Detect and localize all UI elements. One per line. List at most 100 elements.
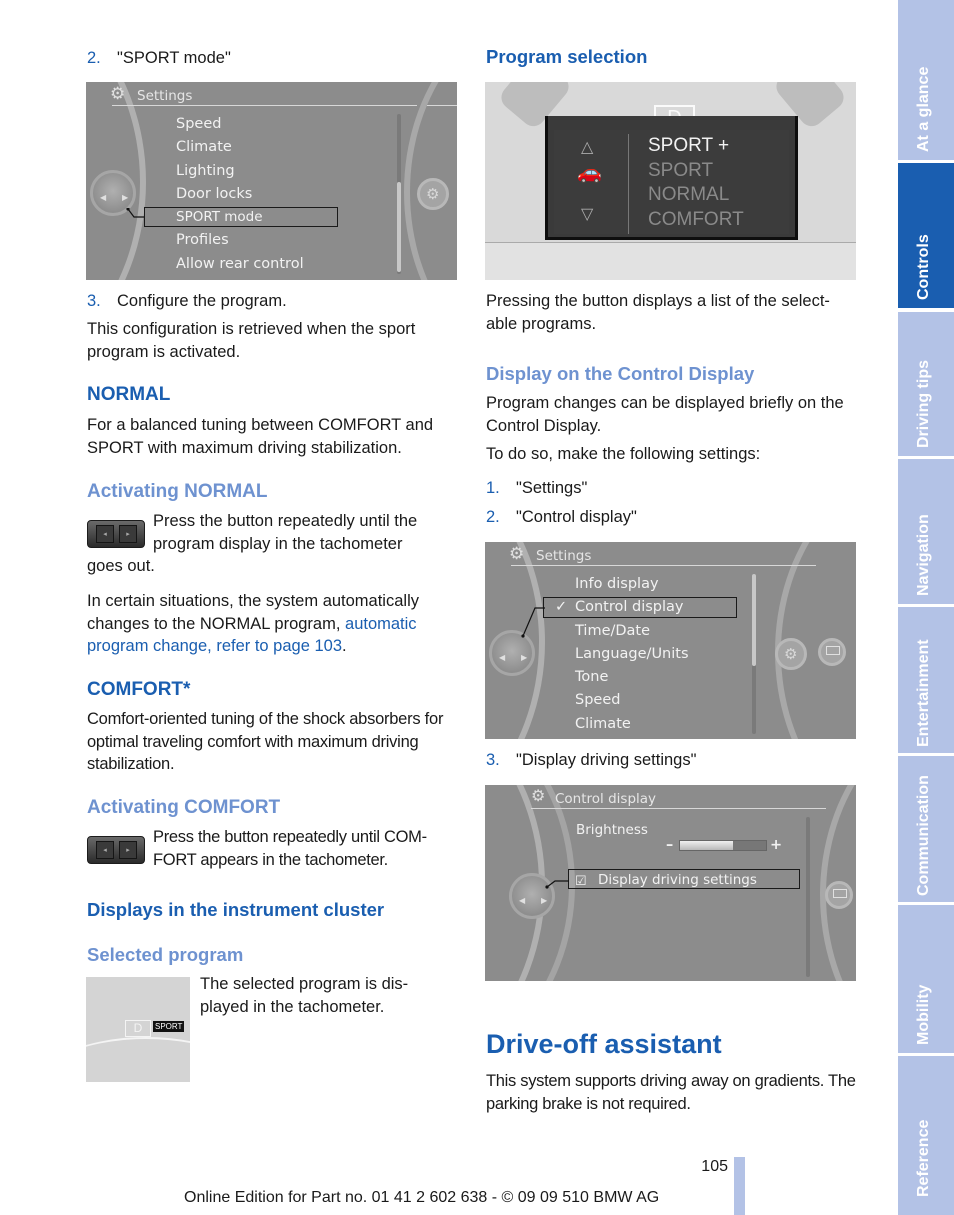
page-marker-bar <box>734 1157 745 1215</box>
tab-reference[interactable]: Reference <box>898 1056 954 1215</box>
situations-text: In certain situations, the system automa… <box>87 592 419 655</box>
settings-side-button: ⚙ <box>417 178 449 210</box>
tab-label: Communication <box>915 775 932 896</box>
pointer-line <box>126 208 144 218</box>
tab-label: Controls <box>915 234 932 300</box>
tab-label: Navigation <box>915 514 932 596</box>
heading-activating-normal: Activating NORMAL <box>87 481 268 502</box>
title-divider <box>531 808 826 809</box>
menu-item-speed[interactable]: Speed <box>575 691 620 709</box>
brightness-slider[interactable] <box>679 840 767 851</box>
menu-item-speed[interactable]: Speed <box>176 115 221 133</box>
step-1: 1. "Settings" <box>486 479 588 497</box>
settings-screen-control-display: ⚙ Settings Info display ✓ Control displa… <box>485 542 856 739</box>
step-number: 2. <box>87 49 101 67</box>
activating-normal-text-end: goes out. <box>87 557 155 575</box>
checkbox-checked-icon: ☑ <box>575 873 587 888</box>
brightness-increase[interactable]: + <box>770 836 782 854</box>
program-selection-text: Pressing the button displays a list of t… <box>486 292 830 333</box>
menu-item-profiles[interactable]: Profiles <box>176 231 229 249</box>
control-display-text-1: Program changes can be displayed briefly… <box>486 394 844 435</box>
heading-drive-off-assistant: Drive-off assistant <box>486 1029 722 1059</box>
tab-at-a-glance[interactable]: At a glance <box>898 0 954 160</box>
tab-navigation[interactable]: Navigation <box>898 459 954 604</box>
gear-list-icon: ⚙ <box>531 788 546 805</box>
menu-item-sport-mode[interactable]: SPORT mode <box>176 208 263 226</box>
step-3: 3. Configure the program. <box>87 290 287 313</box>
comfort-text: Comfort-oriented tuning of the shock abs… <box>87 710 444 773</box>
screen-icon <box>833 889 847 898</box>
edition-footer: Online Edition for Part no. 01 41 2 602 … <box>184 1189 660 1206</box>
menu-item-info-display[interactable]: Info display <box>575 575 659 593</box>
program-badge: SPORT <box>153 1021 185 1032</box>
program-selection-display: D △ 🚗 ▽ SPORT + SPORT NORMAL COMFORT <box>485 82 856 280</box>
settings-screen-sport-mode: ⚙ Settings Speed Climate Lighting Door l… <box>86 82 457 280</box>
menu-item-door-locks[interactable]: Door locks <box>176 185 252 203</box>
heading-displays-cluster: Displays in the instrument cluster <box>87 899 385 920</box>
tachometer-image: D SPORT <box>86 977 190 1082</box>
checkmark-icon: ✓ <box>555 599 568 615</box>
tab-mobility[interactable]: Mobility <box>898 905 954 1053</box>
settings-side-button: ⚙ <box>775 638 807 670</box>
up-arrow-icon: △ <box>581 139 594 156</box>
tacho-arc <box>86 1037 190 1082</box>
menu-item-allow-rear-control[interactable]: Allow rear control <box>176 255 304 273</box>
normal-text: For a balanced tuning between COMFORT an… <box>87 416 434 457</box>
activating-comfort-text: Press the button repeatedly until COM-FO… <box>153 828 427 869</box>
menu-item-language-units[interactable]: Language/Units <box>575 645 689 663</box>
tab-communication[interactable]: Communication <box>898 756 954 902</box>
scrollbar-thumb <box>752 574 756 666</box>
tab-driving-tips[interactable]: Driving tips <box>898 312 954 456</box>
page-number: 105 <box>701 1158 728 1175</box>
option-display-driving-settings[interactable]: Display driving settings <box>598 871 757 889</box>
config-text: This configuration is retrieved when the… <box>87 320 416 361</box>
step-2: 2. "Control display" <box>486 508 637 526</box>
menu-item-climate[interactable]: Climate <box>575 715 631 733</box>
tab-label: Driving tips <box>915 359 932 448</box>
title-divider <box>112 105 417 106</box>
control-display-text-2: To do so, make the following settings: <box>486 445 761 463</box>
gear-list-icon: ⚙ <box>784 646 798 663</box>
scrollbar-track <box>806 817 810 977</box>
drive-off-text: This system supports driving away on gra… <box>486 1072 856 1113</box>
display-side-button <box>818 638 846 666</box>
display-side-button <box>825 881 853 909</box>
gear-icon: ⚙ <box>110 84 126 103</box>
menu-item-climate[interactable]: Climate <box>176 138 232 156</box>
step-text: "SPORT mode" <box>117 49 231 67</box>
brightness-decrease[interactable]: – <box>666 836 673 854</box>
pointer-line <box>545 880 569 889</box>
pointer-line <box>521 607 545 638</box>
brightness-slider-fill <box>680 841 734 850</box>
brightness-label: Brightness <box>576 822 648 838</box>
menu-item-tone[interactable]: Tone <box>575 668 608 686</box>
menu-item-lighting[interactable]: Lighting <box>176 162 235 180</box>
step-text: Configure the program. <box>117 292 287 310</box>
activating-normal-text: Press the button repeatedly until the pr… <box>153 512 418 553</box>
tab-label: Entertainment <box>915 639 932 747</box>
step-2: 2. "SPORT mode" <box>87 47 231 70</box>
program-comfort: COMFORT <box>648 209 744 230</box>
gear-icon: ⚙ <box>509 544 525 563</box>
heading-normal: NORMAL <box>87 384 171 405</box>
program-sport-plus: SPORT + <box>648 135 730 156</box>
program-normal: NORMAL <box>648 184 730 205</box>
gear-list-icon: ⚙ <box>426 186 440 203</box>
tab-entertainment[interactable]: Entertainment <box>898 607 954 753</box>
bottom-bar <box>485 242 856 280</box>
gear-indicator: D <box>125 1020 151 1037</box>
heading-activating-comfort: Activating COMFORT <box>87 797 281 818</box>
program-sport: SPORT <box>648 160 714 181</box>
tab-controls[interactable]: Controls <box>898 163 954 308</box>
control-display-screen: ⚙ Control display Brightness – + ☑ Displ… <box>485 785 856 981</box>
menu-item-control-display[interactable]: Control display <box>575 598 684 616</box>
title-divider-right <box>427 105 457 106</box>
title-divider <box>511 565 816 566</box>
selected-program-text: The selected program is dis-played in th… <box>200 975 409 1016</box>
tab-label: Reference <box>915 1119 932 1197</box>
program-list-box: △ 🚗 ▽ SPORT + SPORT NORMAL COMFORT <box>545 116 798 240</box>
menu-item-time-date[interactable]: Time/Date <box>575 622 650 640</box>
screen-icon <box>826 646 840 655</box>
tab-label: Mobility <box>915 984 932 1045</box>
heading-control-display: Display on the Control Display <box>486 363 755 384</box>
